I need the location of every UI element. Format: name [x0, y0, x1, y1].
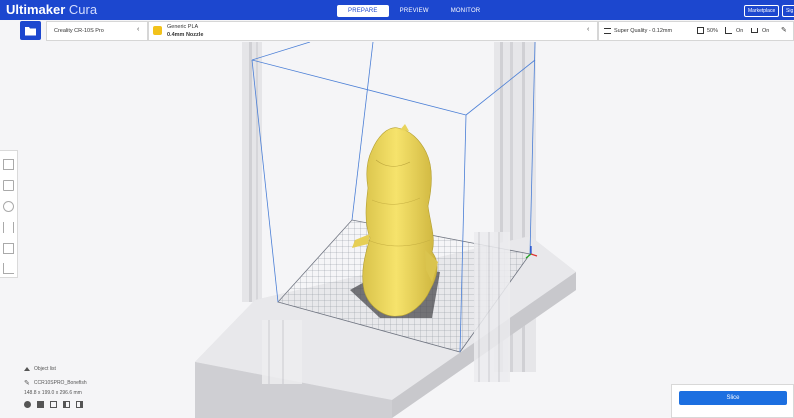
3d-viewport[interactable]	[0, 42, 794, 418]
object-list-title[interactable]: Object list	[34, 366, 56, 372]
adhesion-value: On	[762, 28, 770, 34]
app-logo: Ultimaker Cura	[6, 2, 97, 17]
front-view-icon[interactable]	[37, 401, 44, 408]
infill-icon	[697, 27, 704, 34]
object-filename: CCR10SPRO_Bonefish	[33, 380, 87, 386]
view-buttons	[24, 401, 87, 408]
tool-sidebar	[0, 150, 18, 278]
material-icon	[153, 26, 162, 35]
header-bar: Ultimaker Cura PREPARE PREVIEW MONITOR M…	[0, 0, 794, 20]
profile-name: Super Quality - 0.12mm	[614, 28, 673, 34]
3d-view-icon[interactable]	[24, 401, 31, 408]
tab-prepare[interactable]: PREPARE	[337, 5, 389, 17]
scale-icon[interactable]	[3, 180, 14, 191]
printer-name: Creality CR-10S Pro	[54, 28, 104, 34]
chevron-left-icon: ‹	[137, 26, 140, 33]
stage-tabs: PREPARE PREVIEW MONITOR	[337, 5, 491, 17]
chevron-up-icon[interactable]	[24, 367, 30, 371]
signin-button[interactable]: Sig	[782, 5, 794, 17]
left-view-icon[interactable]	[63, 401, 70, 408]
tab-preview[interactable]: PREVIEW	[389, 5, 440, 17]
top-view-icon[interactable]	[50, 401, 57, 408]
pencil-icon[interactable]: ✎	[781, 26, 787, 34]
infill-value: 50%	[707, 28, 719, 34]
pencil-icon[interactable]: ✎	[24, 379, 30, 387]
open-file-button[interactable]	[20, 21, 41, 40]
mirror-icon[interactable]	[3, 222, 14, 233]
slice-button[interactable]: Slice	[679, 391, 787, 405]
marketplace-button[interactable]: Marketplace	[744, 5, 780, 17]
support-blocker-icon[interactable]	[3, 263, 14, 274]
right-view-icon[interactable]	[76, 401, 83, 408]
material-name: Generic PLA	[167, 24, 199, 30]
tab-monitor[interactable]: MONITOR	[440, 5, 492, 17]
printer-selector[interactable]: Creality CR-10S Pro ‹	[46, 21, 148, 41]
material-selector[interactable]: Generic PLA 0.4mm Nozzle ‹	[148, 21, 598, 41]
slice-panel: Slice	[671, 384, 794, 418]
object-list-panel: Object list ✎ CCR10SPRO_Bonefish 148.8 x…	[24, 366, 87, 408]
per-model-settings-icon[interactable]	[3, 243, 14, 254]
app-name-light: Cura	[68, 2, 98, 17]
adhesion-icon	[751, 28, 758, 33]
support-value: On	[736, 28, 744, 34]
profile-icon	[604, 28, 611, 34]
print-settings-selector[interactable]: Super Quality - 0.12mm 50% On On ✎	[598, 21, 794, 41]
move-icon[interactable]	[3, 159, 14, 170]
chevron-left-icon: ‹	[587, 26, 590, 33]
3d-model-fish[interactable]	[352, 124, 438, 317]
app-name-bold: Ultimaker	[6, 2, 66, 17]
object-dimensions: 148.8 x 199.0 x 296.6 mm	[24, 390, 82, 396]
support-icon	[725, 27, 732, 34]
open-file-icon	[25, 27, 36, 36]
nozzle-size: 0.4mm Nozzle	[167, 32, 204, 38]
rotate-icon[interactable]	[3, 201, 14, 212]
